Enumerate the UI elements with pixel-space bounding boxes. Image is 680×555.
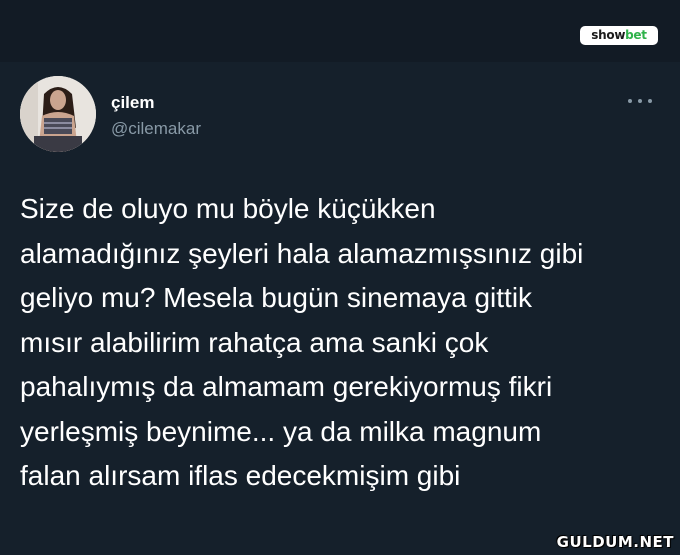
tweet-card: çilem @cilemakar Size de oluyo mu böyle … [0, 62, 680, 555]
tweet-text-line: alamadığınız şeyleri hala alamazmışsınız… [20, 237, 584, 269]
top-bar: showbet [0, 0, 680, 62]
tweet-text: Size de oluyo mu böyle küçükken alamadığ… [20, 187, 650, 499]
tweet-text-line: geliyo mu? Mesela bugün sinemaya gittik [20, 282, 533, 313]
avatar[interactable] [20, 76, 96, 152]
tweet-text-line: Size de oluyo mu böyle küçükken [20, 193, 436, 224]
showbet-logo: showbet [580, 26, 658, 45]
tweet-text-line: falan alırsam iflas edecekmişim gibi [20, 460, 461, 491]
more-horizontal-icon[interactable] [626, 96, 654, 106]
display-name[interactable]: çilem [111, 93, 154, 113]
watermark: GULDUM.NET [556, 533, 674, 551]
avatar-photo [20, 76, 96, 152]
logo-text-show: show [591, 28, 626, 42]
tweet-text-line: pahalıymış da almamam gerekiyormuş fikri [20, 371, 553, 402]
user-handle[interactable]: @cilemakar [111, 119, 201, 139]
tweet-text-line: yerleşmiş beynime... ya da milka magnum [20, 415, 542, 447]
logo-text-bet: bet [625, 28, 647, 42]
tweet-text-line: mısır alabilirim rahatça ama sanki çok [20, 326, 489, 358]
